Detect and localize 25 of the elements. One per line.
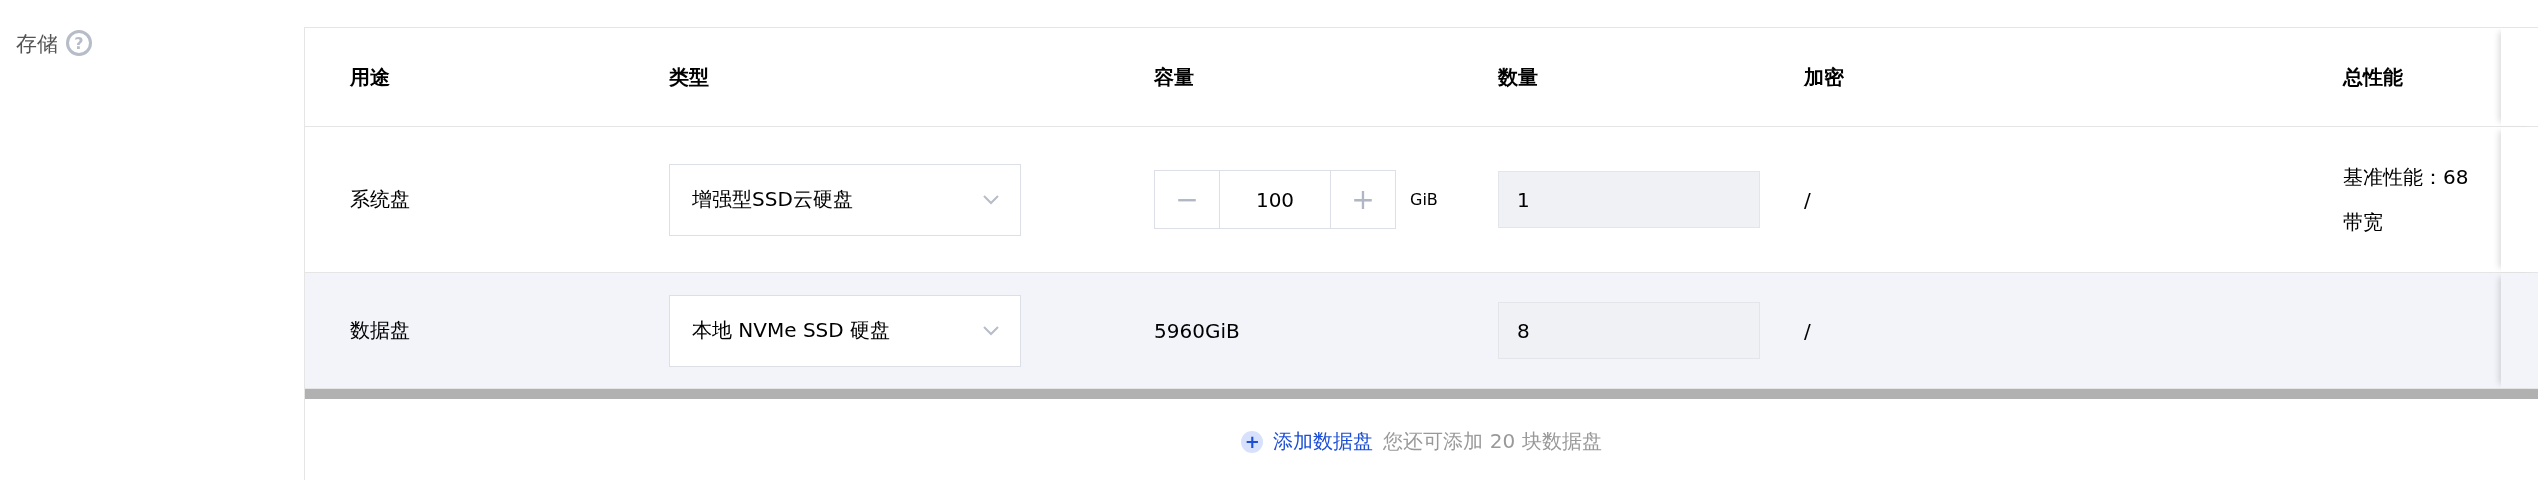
table-cell-text: 基准性能：68 — [2343, 163, 2470, 191]
quantity-field[interactable]: 1 — [1498, 171, 1760, 228]
table-cell-text: 带宽 — [2343, 208, 2384, 236]
table-cell: 数据盘 — [350, 318, 410, 342]
chevron-down-icon — [982, 193, 1000, 206]
column-header: 类型 — [669, 64, 709, 89]
section-label: 存储 — [16, 31, 58, 58]
column-header: 容量 — [1154, 64, 1194, 89]
table-cell: / — [1804, 318, 1811, 343]
horizontal-scrollbar[interactable] — [305, 389, 2538, 399]
hint-text: 您还可添加 20 块数据盘 — [1383, 428, 1602, 455]
table-cell: / — [1804, 187, 1811, 212]
table-cell: 5960GiB — [1154, 318, 1240, 343]
quantity-field[interactable]: 8 — [1498, 302, 1760, 359]
type-dropdown[interactable]: 本地 NVMe SSD 硬盘 — [669, 294, 1021, 367]
column-header: 数量 — [1498, 64, 1538, 89]
add-data-disk-link[interactable]: 添加数据盘 — [1273, 428, 1374, 455]
unit-label: GiB — [1410, 190, 1438, 209]
column-header: 总性能 — [2343, 64, 2403, 89]
column-header: 用途 — [350, 64, 390, 89]
chevron-down-icon — [982, 324, 1000, 337]
column-header: 加密 — [1804, 64, 1844, 89]
type-dropdown[interactable]: 增强型SSD云硬盘 — [669, 163, 1021, 236]
table-cell: 系统盘 — [350, 187, 410, 211]
add-icon[interactable]: + — [1241, 430, 1264, 453]
